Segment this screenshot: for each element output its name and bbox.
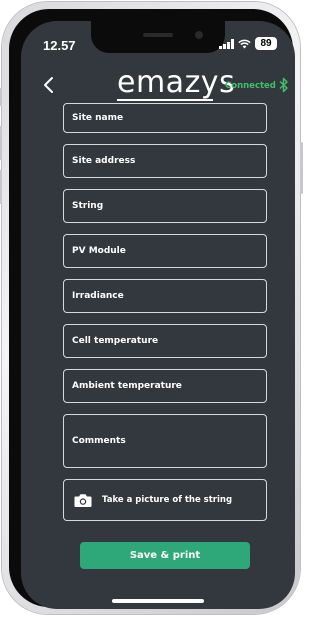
back-arrow-icon[interactable] — [39, 75, 59, 95]
signal-icon — [219, 38, 234, 49]
take-picture-label: Take a picture of the string — [102, 495, 233, 505]
comments-field[interactable]: Comments — [63, 414, 267, 468]
speaker-grille — [143, 33, 173, 37]
string-field[interactable]: String — [63, 189, 267, 223]
front-camera — [195, 31, 203, 39]
site-address-field[interactable]: Site address — [63, 144, 267, 178]
irradiance-label: Irradiance — [72, 291, 124, 301]
ambient-temperature-field[interactable]: Ambient temperature — [63, 369, 267, 403]
notch — [91, 21, 225, 53]
ambient-temperature-label: Ambient temperature — [72, 381, 182, 391]
phone-frame: 12.57 89 emazys Connected Site name Site… — [0, 2, 303, 614]
comments-label: Comments — [72, 436, 126, 446]
irradiance-field[interactable]: Irradiance — [63, 279, 267, 313]
cell-temperature-label: Cell temperature — [72, 336, 159, 346]
app-logo: emazys — [117, 65, 236, 100]
logo-underline — [117, 99, 213, 101]
app-screen: 12.57 89 emazys Connected Site name Site… — [21, 21, 295, 609]
site-address-label: Site address — [72, 156, 136, 166]
string-label: String — [72, 201, 104, 211]
site-name-label: Site name — [72, 113, 124, 123]
wifi-icon — [238, 39, 251, 48]
bluetooth-icon — [279, 77, 288, 93]
power-button — [300, 142, 303, 194]
app-header: emazys Connected — [21, 65, 295, 105]
status-time: 12.57 — [43, 38, 76, 53]
connection-status: Connected — [225, 81, 276, 91]
save-print-label: Save & print — [129, 550, 201, 561]
volume-up-button — [0, 126, 2, 160]
status-bar: 12.57 89 — [21, 21, 295, 65]
site-name-field[interactable]: Site name — [63, 103, 267, 133]
take-picture-button[interactable]: Take a picture of the string — [63, 479, 267, 521]
volume-down-button — [0, 170, 2, 204]
cell-temperature-field[interactable]: Cell temperature — [63, 324, 267, 358]
phone-bezel: 12.57 89 emazys Connected Site name Site… — [9, 9, 295, 609]
camera-icon — [74, 493, 92, 507]
status-icons: 89 — [219, 37, 277, 50]
home-indicator[interactable] — [112, 599, 204, 603]
save-print-button[interactable]: Save & print — [80, 542, 250, 569]
pv-module-label: PV Module — [72, 246, 126, 256]
battery-icon: 89 — [255, 37, 277, 50]
side-button — [0, 88, 2, 106]
battery-level: 89 — [260, 38, 272, 49]
pv-module-field[interactable]: PV Module — [63, 234, 267, 268]
